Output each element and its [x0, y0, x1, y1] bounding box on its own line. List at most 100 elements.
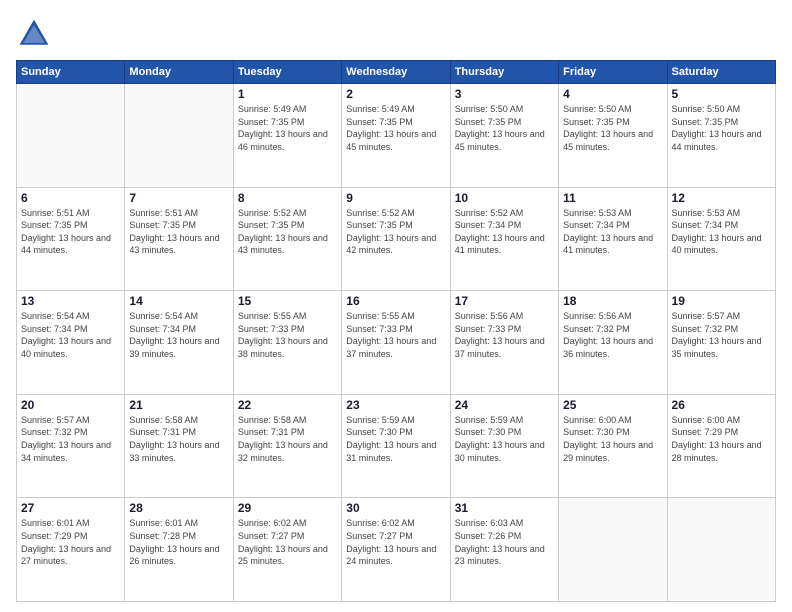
day-info: Sunrise: 5:50 AM Sunset: 7:35 PM Dayligh… [563, 103, 662, 153]
day-number: 16 [346, 294, 445, 308]
day-number: 10 [455, 191, 554, 205]
calendar-cell: 17 Sunrise: 5:56 AM Sunset: 7:33 PM Dayli… [450, 291, 558, 395]
day-number: 9 [346, 191, 445, 205]
calendar-cell [559, 498, 667, 602]
calendar-cell: 2Sunrise: 5:49 AM Sunset: 7:35 PM Daylig… [342, 84, 450, 188]
weekday-header-wednesday: Wednesday [342, 61, 450, 84]
day-number: 31 [455, 501, 554, 515]
weekday-header-sunday: Sunday [17, 61, 125, 84]
calendar-cell: 16 Sunrise: 5:55 AM Sunset: 7:33 PM Dayli… [342, 291, 450, 395]
calendar-cell: 11 Sunrise: 5:53 AM Sunset: 7:34 PM Dayli… [559, 187, 667, 291]
calendar-cell: 25 Sunrise: 6:00 AM Sunset: 7:30 PM Dayli… [559, 394, 667, 498]
header [16, 16, 776, 52]
day-number: 1 [238, 87, 337, 101]
calendar-body: 1 Sunrise: 5:49 AM Sunset: 7:35 PM Daylig… [17, 84, 776, 602]
day-info: Sunrise: 5:50 AM Sunset: 7:35 PM Dayligh… [672, 103, 771, 153]
day-info: Sunrise: 5:56 AM Sunset: 7:33 PM Dayligh… [455, 310, 554, 360]
day-info: Sunrise: 5:51 AM Sunset: 7:35 PM Dayligh… [21, 207, 120, 257]
calendar-cell: 13 Sunrise: 5:54 AM Sunset: 7:34 PM Dayli… [17, 291, 125, 395]
calendar-cell: 5 Sunrise: 5:50 AM Sunset: 7:35 PM Daylig… [667, 84, 775, 188]
calendar-cell [125, 84, 233, 188]
calendar-cell: 7 Sunrise: 5:51 AM Sunset: 7:35 PM Daylig… [125, 187, 233, 291]
calendar-cell: 31 Sunrise: 6:03 AM Sunset: 7:26 PM Dayli… [450, 498, 558, 602]
calendar-cell: 6 Sunrise: 5:51 AM Sunset: 7:35 PM Daylig… [17, 187, 125, 291]
day-info: Sunrise: 5:52 AM Sunset: 7:35 PM Dayligh… [346, 207, 445, 257]
day-info: Sunrise: 5:58 AM Sunset: 7:31 PM Dayligh… [129, 414, 228, 464]
weekday-header-row: SundayMondayTuesdayWednesdayThursdayFrid… [17, 61, 776, 84]
weekday-header-friday: Friday [559, 61, 667, 84]
day-number: 12 [672, 191, 771, 205]
day-info: Sunrise: 6:03 AM Sunset: 7:26 PM Dayligh… [455, 517, 554, 567]
calendar-cell: 19Sunrise: 5:57 AM Sunset: 7:32 PM Dayli… [667, 291, 775, 395]
week-row-4: 20 Sunrise: 5:57 AM Sunset: 7:32 PM Dayli… [17, 394, 776, 498]
day-info: Sunrise: 5:54 AM Sunset: 7:34 PM Dayligh… [129, 310, 228, 360]
calendar-cell [17, 84, 125, 188]
day-number: 29 [238, 501, 337, 515]
day-info: Sunrise: 5:56 AM Sunset: 7:32 PM Dayligh… [563, 310, 662, 360]
day-info: Sunrise: 5:59 AM Sunset: 7:30 PM Dayligh… [455, 414, 554, 464]
day-info: Sunrise: 5:51 AM Sunset: 7:35 PM Dayligh… [129, 207, 228, 257]
logo-icon [16, 16, 52, 52]
calendar-cell: 18 Sunrise: 5:56 AM Sunset: 7:32 PM Dayli… [559, 291, 667, 395]
day-info: Sunrise: 6:02 AM Sunset: 7:27 PM Dayligh… [346, 517, 445, 567]
day-number: 22 [238, 398, 337, 412]
day-info: Sunrise: 5:54 AM Sunset: 7:34 PM Dayligh… [21, 310, 120, 360]
day-info: Sunrise: 5:52 AM Sunset: 7:34 PM Dayligh… [455, 207, 554, 257]
calendar-cell: 23Sunrise: 5:59 AM Sunset: 7:30 PM Dayli… [342, 394, 450, 498]
day-number: 7 [129, 191, 228, 205]
calendar-cell: 12Sunrise: 5:53 AM Sunset: 7:34 PM Dayli… [667, 187, 775, 291]
day-info: Sunrise: 5:49 AM Sunset: 7:35 PM Dayligh… [238, 103, 337, 153]
day-number: 6 [21, 191, 120, 205]
day-number: 8 [238, 191, 337, 205]
calendar-cell: 21 Sunrise: 5:58 AM Sunset: 7:31 PM Dayli… [125, 394, 233, 498]
calendar-cell: 22 Sunrise: 5:58 AM Sunset: 7:31 PM Dayli… [233, 394, 341, 498]
logo [16, 16, 56, 52]
calendar-cell: 1 Sunrise: 5:49 AM Sunset: 7:35 PM Daylig… [233, 84, 341, 188]
calendar-cell: 30 Sunrise: 6:02 AM Sunset: 7:27 PM Dayli… [342, 498, 450, 602]
weekday-header-saturday: Saturday [667, 61, 775, 84]
day-number: 17 [455, 294, 554, 308]
day-number: 4 [563, 87, 662, 101]
calendar-cell: 29 Sunrise: 6:02 AM Sunset: 7:27 PM Dayli… [233, 498, 341, 602]
calendar-cell: 9 Sunrise: 5:52 AM Sunset: 7:35 PM Daylig… [342, 187, 450, 291]
day-info: Sunrise: 6:00 AM Sunset: 7:30 PM Dayligh… [563, 414, 662, 464]
day-number: 27 [21, 501, 120, 515]
page: SundayMondayTuesdayWednesdayThursdayFrid… [0, 0, 792, 612]
calendar-cell: 24 Sunrise: 5:59 AM Sunset: 7:30 PM Dayli… [450, 394, 558, 498]
day-number: 21 [129, 398, 228, 412]
day-number: 18 [563, 294, 662, 308]
calendar-cell: 15Sunrise: 5:55 AM Sunset: 7:33 PM Dayli… [233, 291, 341, 395]
day-info: Sunrise: 6:01 AM Sunset: 7:29 PM Dayligh… [21, 517, 120, 567]
day-number: 20 [21, 398, 120, 412]
day-number: 25 [563, 398, 662, 412]
day-number: 15 [238, 294, 337, 308]
weekday-header-thursday: Thursday [450, 61, 558, 84]
day-number: 30 [346, 501, 445, 515]
day-number: 24 [455, 398, 554, 412]
day-number: 23 [346, 398, 445, 412]
calendar-cell: 10 Sunrise: 5:52 AM Sunset: 7:34 PM Dayli… [450, 187, 558, 291]
calendar-header: SundayMondayTuesdayWednesdayThursdayFrid… [17, 61, 776, 84]
day-info: Sunrise: 5:52 AM Sunset: 7:35 PM Dayligh… [238, 207, 337, 257]
calendar-cell [667, 498, 775, 602]
day-info: Sunrise: 5:50 AM Sunset: 7:35 PM Dayligh… [455, 103, 554, 153]
day-number: 26 [672, 398, 771, 412]
day-info: Sunrise: 5:55 AM Sunset: 7:33 PM Dayligh… [346, 310, 445, 360]
week-row-3: 13 Sunrise: 5:54 AM Sunset: 7:34 PM Dayli… [17, 291, 776, 395]
day-info: Sunrise: 5:58 AM Sunset: 7:31 PM Dayligh… [238, 414, 337, 464]
day-number: 11 [563, 191, 662, 205]
weekday-header-monday: Monday [125, 61, 233, 84]
day-number: 13 [21, 294, 120, 308]
day-info: Sunrise: 6:02 AM Sunset: 7:27 PM Dayligh… [238, 517, 337, 567]
week-row-2: 6 Sunrise: 5:51 AM Sunset: 7:35 PM Daylig… [17, 187, 776, 291]
day-number: 28 [129, 501, 228, 515]
day-info: Sunrise: 6:00 AM Sunset: 7:29 PM Dayligh… [672, 414, 771, 464]
day-number: 5 [672, 87, 771, 101]
day-number: 2 [346, 87, 445, 101]
day-number: 14 [129, 294, 228, 308]
calendar-cell: 26 Sunrise: 6:00 AM Sunset: 7:29 PM Dayli… [667, 394, 775, 498]
day-info: Sunrise: 5:53 AM Sunset: 7:34 PM Dayligh… [563, 207, 662, 257]
day-info: Sunrise: 5:57 AM Sunset: 7:32 PM Dayligh… [21, 414, 120, 464]
calendar-cell: 28Sunrise: 6:01 AM Sunset: 7:28 PM Dayli… [125, 498, 233, 602]
calendar-table: SundayMondayTuesdayWednesdayThursdayFrid… [16, 60, 776, 602]
